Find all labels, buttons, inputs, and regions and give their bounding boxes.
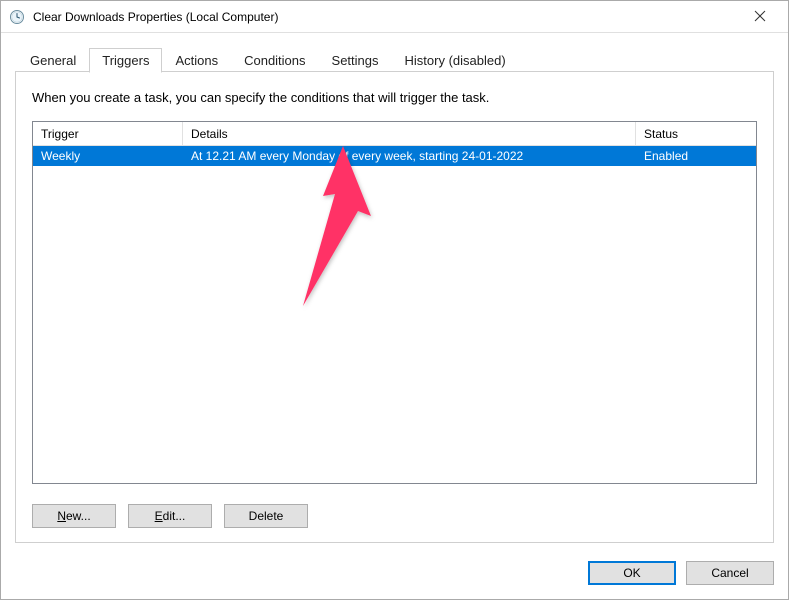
tab-actions[interactable]: Actions [162, 48, 231, 73]
tab-triggers[interactable]: Triggers [89, 48, 162, 73]
new-button-label: New... [57, 509, 90, 523]
cancel-button[interactable]: Cancel [686, 561, 774, 585]
dialog-footer: OK Cancel [1, 553, 788, 599]
delete-button[interactable]: Delete [224, 504, 308, 528]
dialog-window: Clear Downloads Properties (Local Comput… [0, 0, 789, 600]
tab-history[interactable]: History (disabled) [392, 48, 519, 73]
tab-conditions[interactable]: Conditions [231, 48, 318, 73]
column-header-details[interactable]: Details [183, 122, 636, 145]
column-header-status[interactable]: Status [636, 122, 756, 145]
close-button[interactable] [740, 9, 780, 25]
column-header-row: Trigger Details Status [33, 122, 756, 146]
window-title: Clear Downloads Properties (Local Comput… [33, 10, 740, 24]
tab-general[interactable]: General [17, 48, 89, 73]
content-area: General Triggers Actions Conditions Sett… [1, 33, 788, 553]
column-header-trigger[interactable]: Trigger [33, 122, 183, 145]
tab-settings[interactable]: Settings [319, 48, 392, 73]
hint-text: When you create a task, you can specify … [32, 90, 757, 105]
cell-trigger: Weekly [33, 146, 183, 166]
cell-status: Enabled [636, 146, 756, 166]
tab-strip: General Triggers Actions Conditions Sett… [15, 47, 774, 72]
trigger-listview[interactable]: Trigger Details Status Weekly At 12.21 A… [32, 121, 757, 484]
trigger-buttons-row: New... Edit... Delete [32, 504, 757, 528]
new-button[interactable]: New... [32, 504, 116, 528]
table-row[interactable]: Weekly At 12.21 AM every Monday of every… [33, 146, 756, 166]
ok-button[interactable]: OK [588, 561, 676, 585]
edit-button[interactable]: Edit... [128, 504, 212, 528]
rows-container: Weekly At 12.21 AM every Monday of every… [33, 146, 756, 483]
tab-panel-triggers: When you create a task, you can specify … [15, 72, 774, 543]
close-icon [754, 10, 766, 22]
edit-button-label: Edit... [155, 509, 186, 523]
cell-details: At 12.21 AM every Monday of every week, … [183, 146, 636, 166]
titlebar: Clear Downloads Properties (Local Comput… [1, 1, 788, 33]
task-scheduler-icon [9, 9, 25, 25]
